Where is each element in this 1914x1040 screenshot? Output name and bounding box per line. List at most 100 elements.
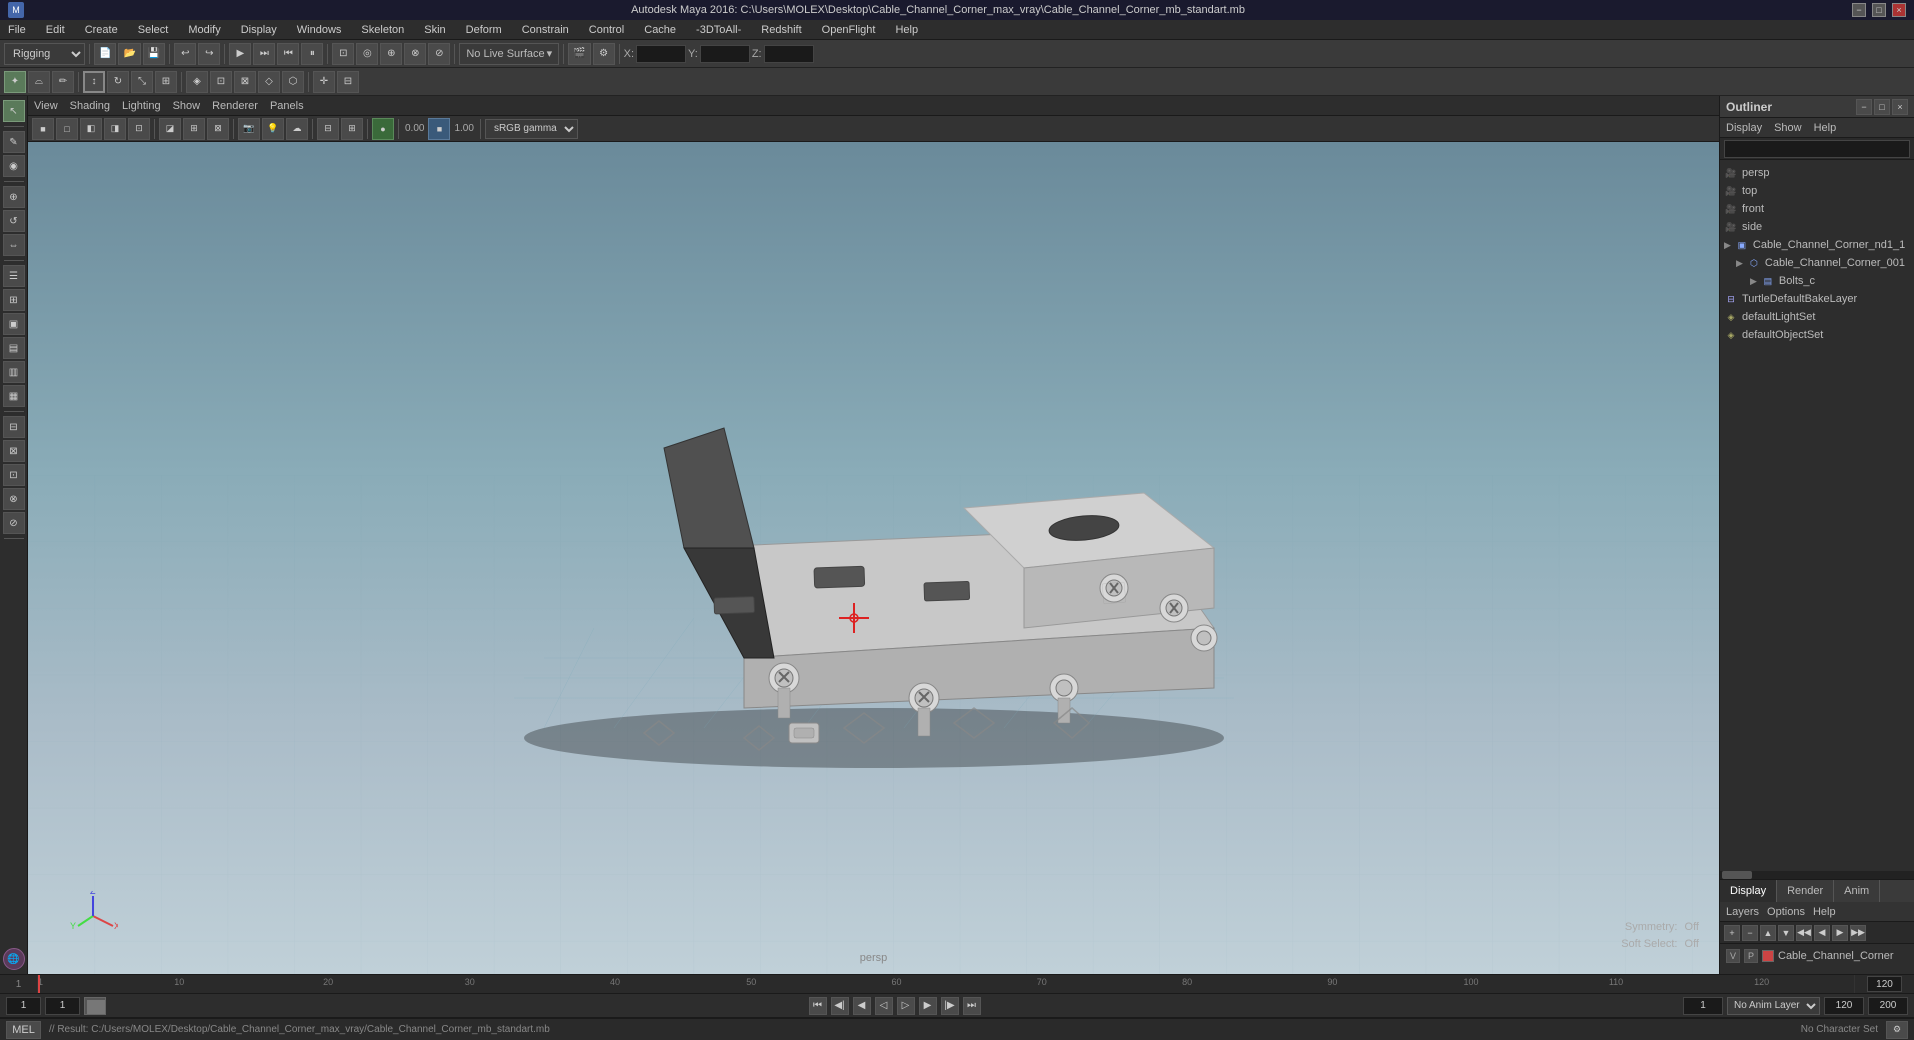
menu-control[interactable]: Control: [585, 22, 628, 38]
vp-tb-btn5[interactable]: ⊡: [128, 118, 150, 140]
prev-frame-btn[interactable]: ◀: [853, 997, 871, 1015]
tb-btn2[interactable]: ⏭: [253, 43, 275, 65]
vp-menu-show[interactable]: Show: [173, 100, 201, 112]
scale-btn[interactable]: ⇔: [3, 234, 25, 256]
tb-btn1[interactable]: ▶: [229, 43, 251, 65]
layer-row-1[interactable]: V P Cable_Channel_Corner: [1722, 946, 1912, 966]
select-tool-btn[interactable]: ✦: [4, 71, 26, 93]
plus-btn[interactable]: ✛: [313, 71, 335, 93]
vp-menu-panels[interactable]: Panels: [270, 100, 304, 112]
no-live-surface-btn[interactable]: No Live Surface ▾: [459, 43, 559, 65]
z-coord-input[interactable]: [764, 45, 814, 63]
maximize-button[interactable]: □: [1872, 3, 1886, 17]
layer-skip-start-btn[interactable]: ◀◀: [1796, 925, 1812, 941]
paint-tool-btn[interactable]: ✎: [3, 131, 25, 153]
vp-shadow-btn[interactable]: ☁: [286, 118, 308, 140]
outliner-menu-display[interactable]: Display: [1726, 122, 1762, 134]
sub-frame-input[interactable]: [45, 997, 80, 1015]
render-settings-btn[interactable]: ⚙: [593, 43, 615, 65]
layers-menu-help[interactable]: Help: [1813, 906, 1836, 918]
end-range-input[interactable]: [1868, 997, 1908, 1015]
tree-item-lightset[interactable]: ◈ defaultLightSet: [1720, 308, 1914, 326]
snap-btn3[interactable]: ⊕: [380, 43, 402, 65]
undo-btn[interactable]: ↩: [174, 43, 196, 65]
layer-remove-btn[interactable]: −: [1742, 925, 1758, 941]
vp-cam-btn[interactable]: 📷: [238, 118, 260, 140]
skip-start-btn[interactable]: ⏮: [809, 997, 827, 1015]
show-hide-btn[interactable]: ☰: [3, 265, 25, 287]
vp-wire-btn[interactable]: ⊞: [183, 118, 205, 140]
geo2-btn[interactable]: ▤: [3, 337, 25, 359]
geo1-btn[interactable]: ▣: [3, 313, 25, 335]
move-tool-btn[interactable]: ↕: [83, 71, 105, 93]
menu-skeleton[interactable]: Skeleton: [357, 22, 408, 38]
menu-create[interactable]: Create: [81, 22, 122, 38]
menu-deform[interactable]: Deform: [462, 22, 506, 38]
play-fwd-btn[interactable]: ▷: [897, 997, 915, 1015]
tree-item-group1[interactable]: ▶ ▣ Cable_Channel_Corner_nd1_1: [1720, 236, 1914, 254]
close-button[interactable]: ×: [1892, 3, 1906, 17]
layers-menu-options[interactable]: Options: [1767, 906, 1805, 918]
bottom-btn5[interactable]: ⊘: [3, 512, 25, 534]
scale-tool-btn[interactable]: ⤡: [131, 71, 153, 93]
play-back-btn[interactable]: ◁: [875, 997, 893, 1015]
vp-light-btn[interactable]: 💡: [262, 118, 284, 140]
layers-menu-layers[interactable]: Layers: [1726, 906, 1759, 918]
bottom-btn4[interactable]: ⊗: [3, 488, 25, 510]
vp-hud-btn[interactable]: ⊞: [341, 118, 363, 140]
open-scene-btn[interactable]: 📂: [118, 43, 140, 65]
layer-skip-end-btn[interactable]: ▶▶: [1850, 925, 1866, 941]
frame-btn[interactable]: ⊟: [337, 71, 359, 93]
geo4-btn[interactable]: ▦: [3, 385, 25, 407]
menu-3dtoall[interactable]: -3DToAll-: [692, 22, 745, 38]
bottom-btn3[interactable]: ⊡: [3, 464, 25, 486]
vp-tb-btn1[interactable]: ■: [32, 118, 54, 140]
soft-mod-btn[interactable]: ◈: [186, 71, 208, 93]
paint-select-btn[interactable]: ✏: [52, 71, 74, 93]
menu-skin[interactable]: Skin: [420, 22, 449, 38]
layer-move-down-btn[interactable]: ▼: [1778, 925, 1794, 941]
outliner-maximize-btn[interactable]: □: [1874, 99, 1890, 115]
menu-openflight[interactable]: OpenFlight: [818, 22, 880, 38]
mode-dropdown[interactable]: Rigging Animation Modeling Rendering: [4, 43, 85, 65]
layers-btn[interactable]: ⊞: [3, 289, 25, 311]
tree-item-persp[interactable]: 🎥 persp: [1720, 164, 1914, 182]
layer-next-btn[interactable]: ▶: [1832, 925, 1848, 941]
last-tool-btn[interactable]: ⊞: [155, 71, 177, 93]
timeline-ruler[interactable]: 1 10 20 30 40 50 60 70 80 90 100 110 120: [38, 975, 1854, 993]
layer-color-swatch[interactable]: [1762, 950, 1774, 962]
vp-menu-shading[interactable]: Shading: [70, 100, 110, 112]
rotate-tool-btn[interactable]: ↻: [107, 71, 129, 93]
vp-xray-btn[interactable]: ⊠: [207, 118, 229, 140]
outliner-minimize-btn[interactable]: −: [1856, 99, 1872, 115]
current-frame-input[interactable]: [6, 997, 41, 1015]
new-scene-btn[interactable]: 📄: [94, 43, 116, 65]
next-frame-btn[interactable]: ▶: [919, 997, 937, 1015]
layer-p-btn[interactable]: P: [1744, 949, 1758, 963]
tree-item-top[interactable]: 🎥 top: [1720, 182, 1914, 200]
timeline-playhead[interactable]: [38, 975, 40, 993]
layer-v-btn[interactable]: V: [1726, 949, 1740, 963]
vp-tb-btn3[interactable]: ◧: [80, 118, 102, 140]
menu-edit[interactable]: Edit: [42, 22, 69, 38]
redo-btn[interactable]: ↪: [198, 43, 220, 65]
y-coord-input[interactable]: [700, 45, 750, 63]
snap1-btn[interactable]: ⊡: [210, 71, 232, 93]
rotate-btn[interactable]: ↺: [3, 210, 25, 232]
bottom-btn2[interactable]: ⊠: [3, 440, 25, 462]
layer-prev-btn[interactable]: ◀: [1814, 925, 1830, 941]
menu-display[interactable]: Display: [237, 22, 281, 38]
timeline[interactable]: 1 1 10 20 30 40 50 60 70 80 90 100 110 1…: [0, 974, 1914, 994]
tab-anim[interactable]: Anim: [1834, 880, 1880, 902]
vp-colorspace-dropdown[interactable]: sRGB gamma: [485, 119, 578, 139]
vp-menu-view[interactable]: View: [34, 100, 58, 112]
timeline-end-input[interactable]: [1867, 976, 1902, 992]
skip-end-btn[interactable]: ⏭: [963, 997, 981, 1015]
outliner-close-btn[interactable]: ×: [1892, 99, 1908, 115]
outliner-menu-help[interactable]: Help: [1814, 122, 1837, 134]
outliner-search-input[interactable]: [1724, 140, 1910, 158]
menu-help[interactable]: Help: [891, 22, 922, 38]
tree-item-bolts[interactable]: ▶ ▤ Bolts_c: [1720, 272, 1914, 290]
vp-tb-btn4[interactable]: ◨: [104, 118, 126, 140]
next-key-btn[interactable]: |▶: [941, 997, 959, 1015]
